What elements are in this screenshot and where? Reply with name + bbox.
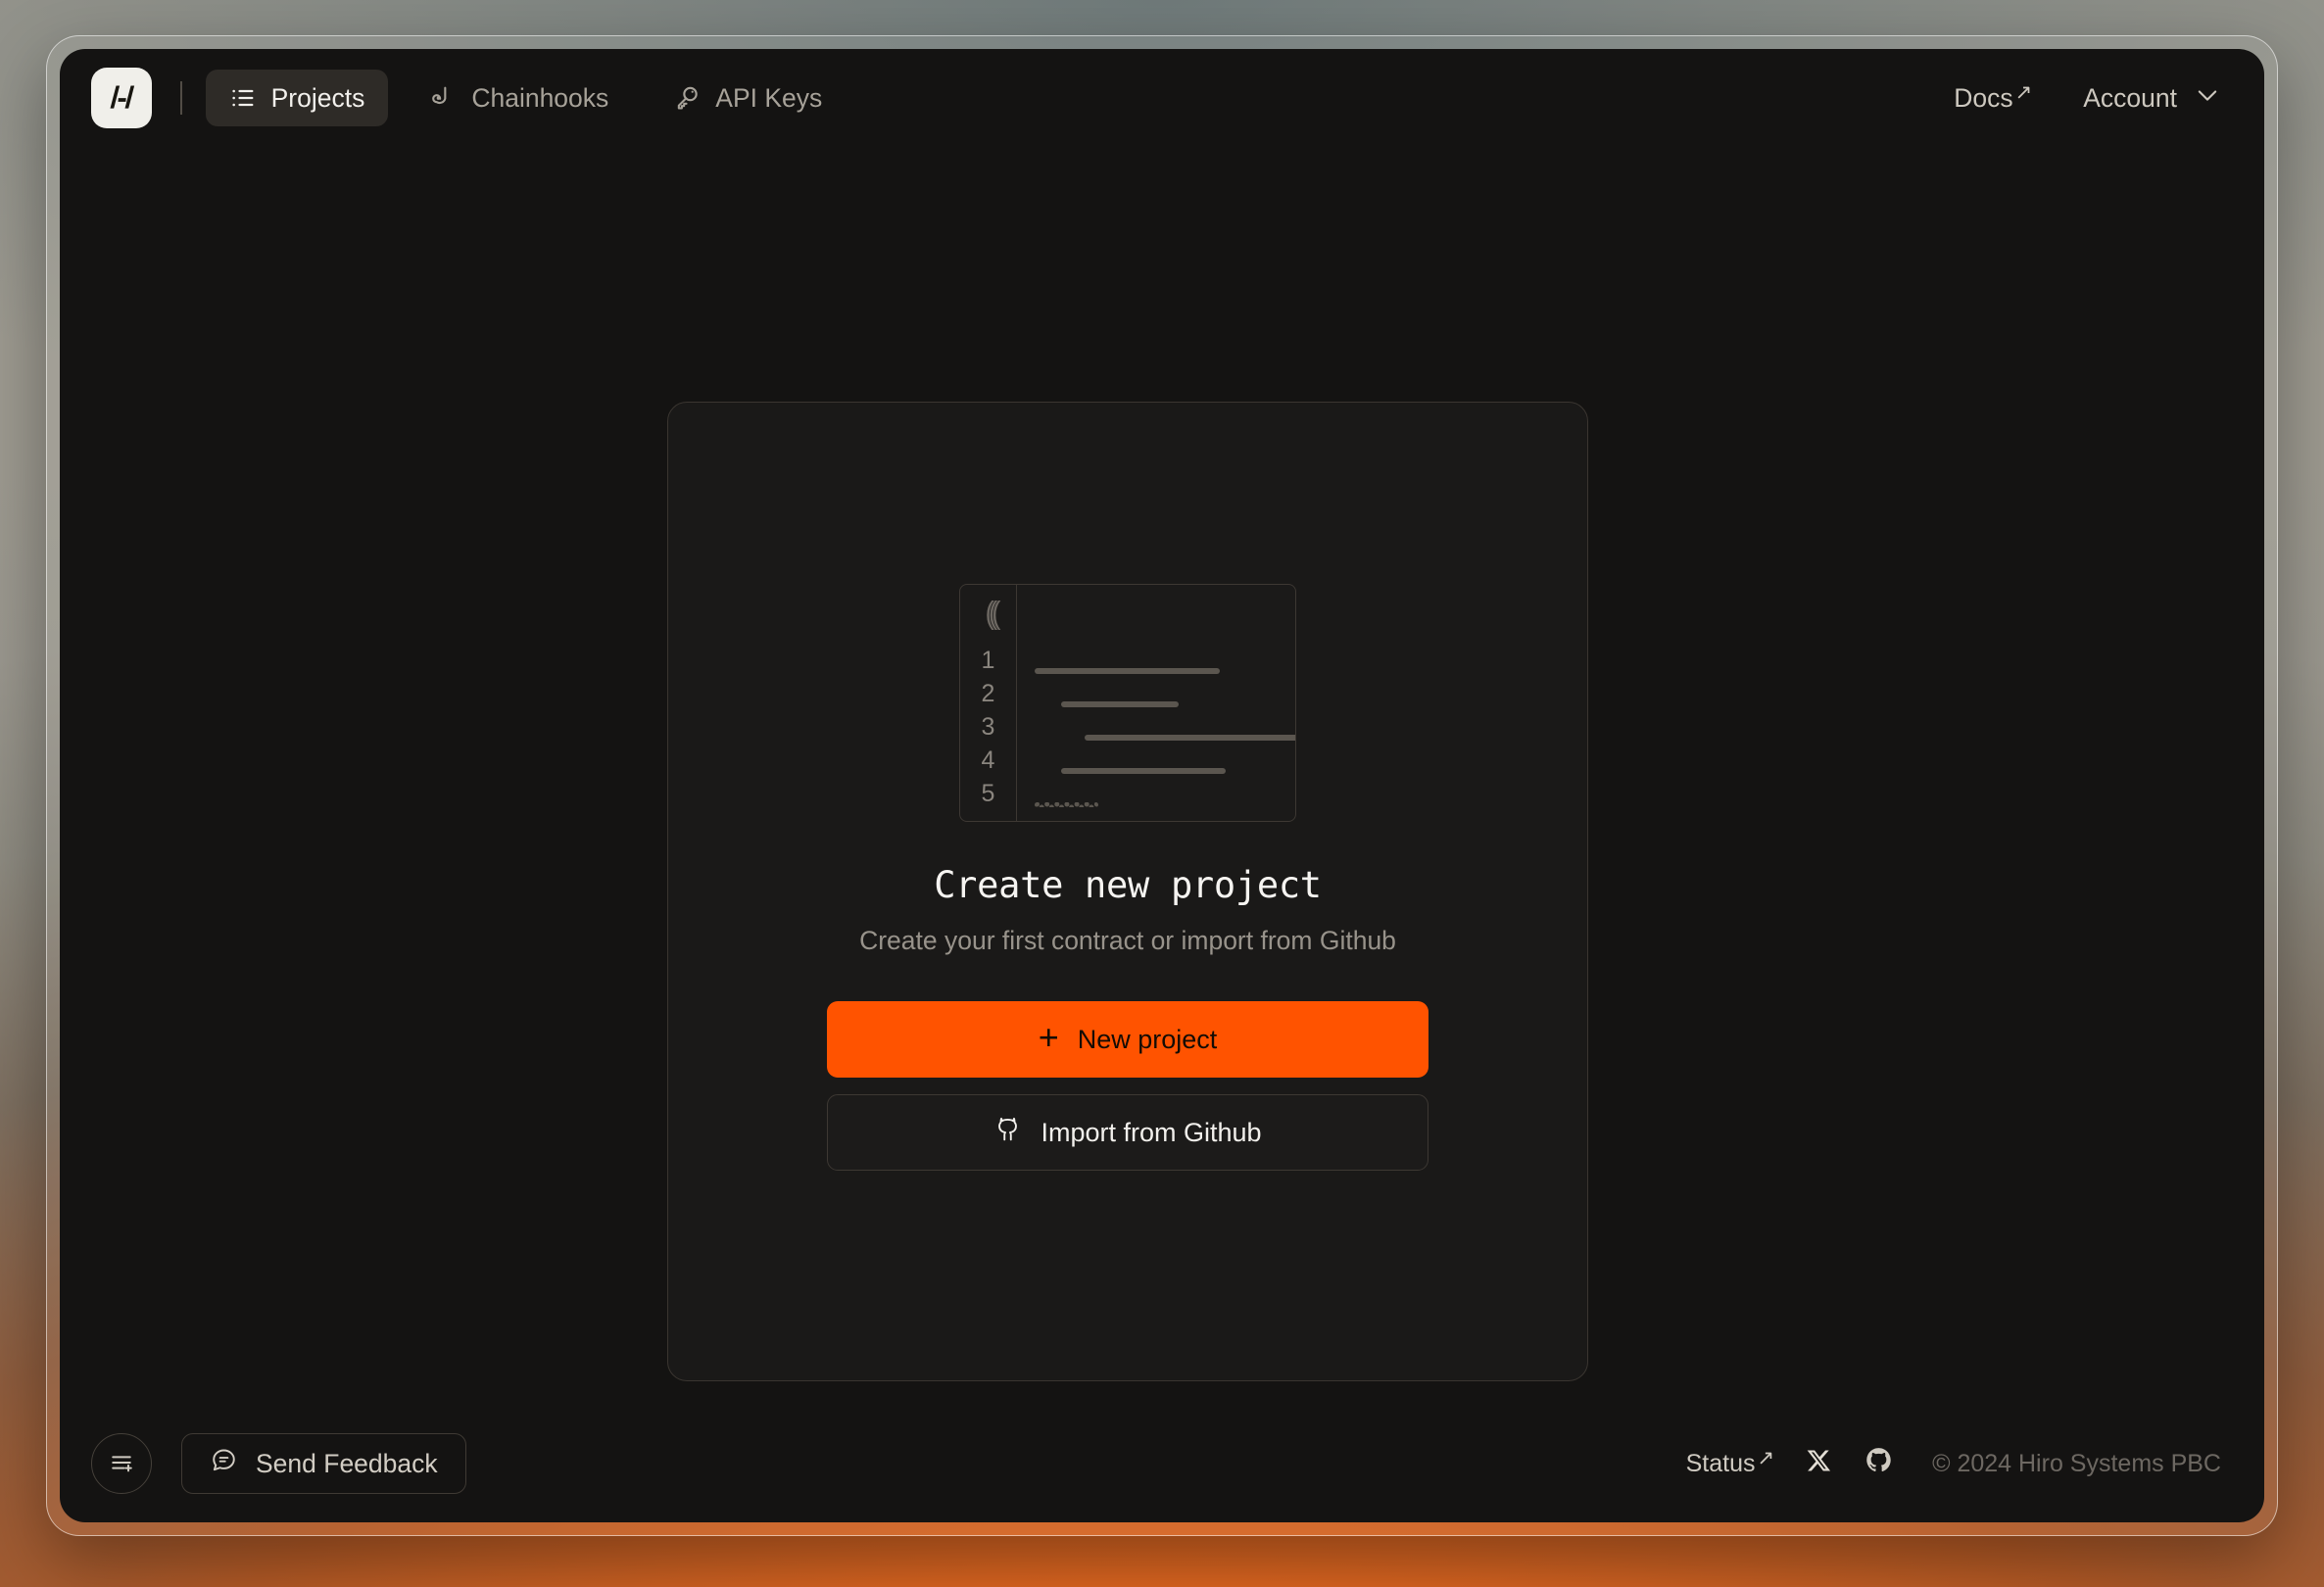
code-line <box>1017 654 1296 688</box>
account-menu[interactable]: Account <box>2083 81 2221 116</box>
card-actions: + New project Import from Github <box>827 1001 1428 1171</box>
chat-bubble-icon <box>210 1446 238 1481</box>
footer-right-group: Status ↗ © 2024 Hiro Systems PBC <box>1686 1446 2221 1481</box>
code-editor-illustration: ((( 1 2 3 4 5 <box>959 584 1296 822</box>
main-content: ((( 1 2 3 4 5 Create new project Create … <box>60 147 2264 1405</box>
lines-plus-menu-button[interactable] <box>91 1433 152 1494</box>
nav-item-api-keys[interactable]: API Keys <box>650 70 846 126</box>
plus-icon: + <box>1039 1020 1059 1055</box>
docs-label: Docs <box>1954 83 2012 114</box>
status-link[interactable]: Status ↗ <box>1686 1450 1774 1478</box>
header-divider <box>180 81 182 115</box>
chevron-down-icon <box>2194 81 2221 116</box>
nav-label-chainhooks: Chainhooks <box>471 83 608 114</box>
header-left-group: /-/ Projects <box>91 68 846 128</box>
page-subtitle: Create your first contract or import fro… <box>859 926 1396 956</box>
send-feedback-button[interactable]: Send Feedback <box>181 1433 466 1494</box>
lines-plus-icon <box>107 1448 136 1480</box>
line-number: 1 <box>982 644 995 677</box>
x-twitter-icon <box>1806 1447 1833 1481</box>
status-label: Status <box>1686 1450 1756 1478</box>
app-header: /-/ Projects <box>60 49 2264 147</box>
key-icon <box>673 84 701 112</box>
nav-label-projects: Projects <box>271 83 365 114</box>
code-line-bar <box>1085 735 1296 741</box>
github-octocat-icon <box>993 1115 1022 1150</box>
line-number: 4 <box>982 744 995 777</box>
list-icon <box>229 84 257 112</box>
clarity-parens-icon: ((( <box>982 598 995 629</box>
header-right-group: Docs ↗ Account <box>1954 81 2221 116</box>
code-line-bar <box>1035 802 1098 807</box>
send-feedback-label: Send Feedback <box>256 1449 438 1479</box>
import-github-label: Import from Github <box>1041 1118 1261 1148</box>
line-number: 3 <box>982 710 995 744</box>
hiro-logo[interactable]: /-/ <box>91 68 152 128</box>
github-icon <box>1864 1446 1893 1481</box>
create-project-card: ((( 1 2 3 4 5 Create new project Create … <box>667 402 1588 1381</box>
new-project-button[interactable]: + New project <box>827 1001 1428 1078</box>
code-line <box>1017 688 1296 721</box>
code-line <box>1017 788 1296 821</box>
nav-item-chainhooks[interactable]: Chainhooks <box>406 70 632 126</box>
editor-gutter: ((( 1 2 3 4 5 <box>960 585 1017 821</box>
code-line-bar <box>1061 701 1179 707</box>
external-link-icon: ↗ <box>2015 82 2033 103</box>
x-twitter-link[interactable] <box>1806 1447 1833 1481</box>
nav-item-projects[interactable]: Projects <box>206 70 389 126</box>
nav-label-api-keys: API Keys <box>715 83 822 114</box>
github-link[interactable] <box>1864 1446 1893 1481</box>
new-project-label: New project <box>1078 1025 1218 1055</box>
docs-link[interactable]: Docs ↗ <box>1954 83 2032 114</box>
app-footer: Send Feedback Status ↗ <box>60 1405 2264 1522</box>
hook-icon <box>429 84 457 112</box>
code-line-bar <box>1061 768 1226 774</box>
code-line <box>1017 754 1296 788</box>
page-title: Create new project <box>934 864 1322 906</box>
line-number: 5 <box>982 777 995 810</box>
line-number: 2 <box>982 677 995 710</box>
copyright-text: © 2024 Hiro Systems PBC <box>1932 1450 2221 1478</box>
app-window: /-/ Projects <box>60 49 2264 1522</box>
account-label: Account <box>2083 83 2177 114</box>
external-link-icon: ↗ <box>1757 1448 1774 1468</box>
code-line-bar <box>1035 668 1220 674</box>
hiro-logo-glyph: /-/ <box>110 80 133 116</box>
import-from-github-button[interactable]: Import from Github <box>827 1094 1428 1171</box>
editor-code-area <box>1017 585 1296 821</box>
code-line <box>1017 721 1296 754</box>
